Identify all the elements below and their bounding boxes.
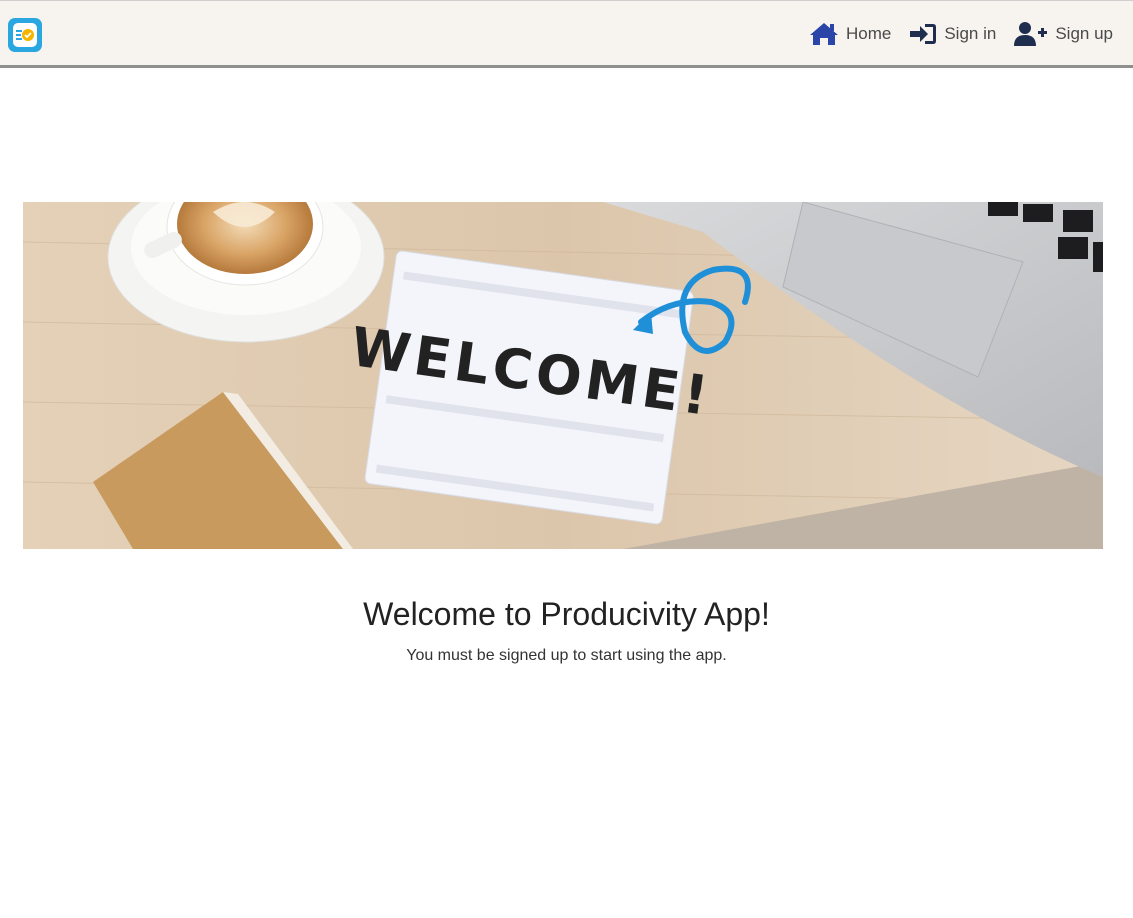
nav-sign-up-label: Sign up bbox=[1055, 24, 1113, 43]
app-logo-icon[interactable] bbox=[8, 18, 42, 52]
nav-sign-in-link[interactable]: Sign in bbox=[909, 22, 996, 46]
page-subtitle: You must be signed up to start using the… bbox=[406, 647, 727, 664]
home-icon bbox=[809, 21, 839, 47]
user-plus-icon bbox=[1014, 21, 1048, 47]
nav-sign-in-label: Sign in bbox=[944, 24, 997, 43]
nav-home-link[interactable]: Home bbox=[809, 21, 891, 47]
navbar: Home Sign in Sign up bbox=[0, 0, 1133, 68]
nav-links: Home Sign in Sign up bbox=[809, 1, 1113, 67]
page-title: Welcome to Producivity App! bbox=[363, 596, 770, 632]
nav-sign-up-link[interactable]: Sign up bbox=[1014, 21, 1113, 47]
nav-home-label: Home bbox=[845, 24, 892, 43]
hero-image: WELCOME! bbox=[23, 202, 1103, 549]
sign-in-icon bbox=[909, 22, 937, 46]
